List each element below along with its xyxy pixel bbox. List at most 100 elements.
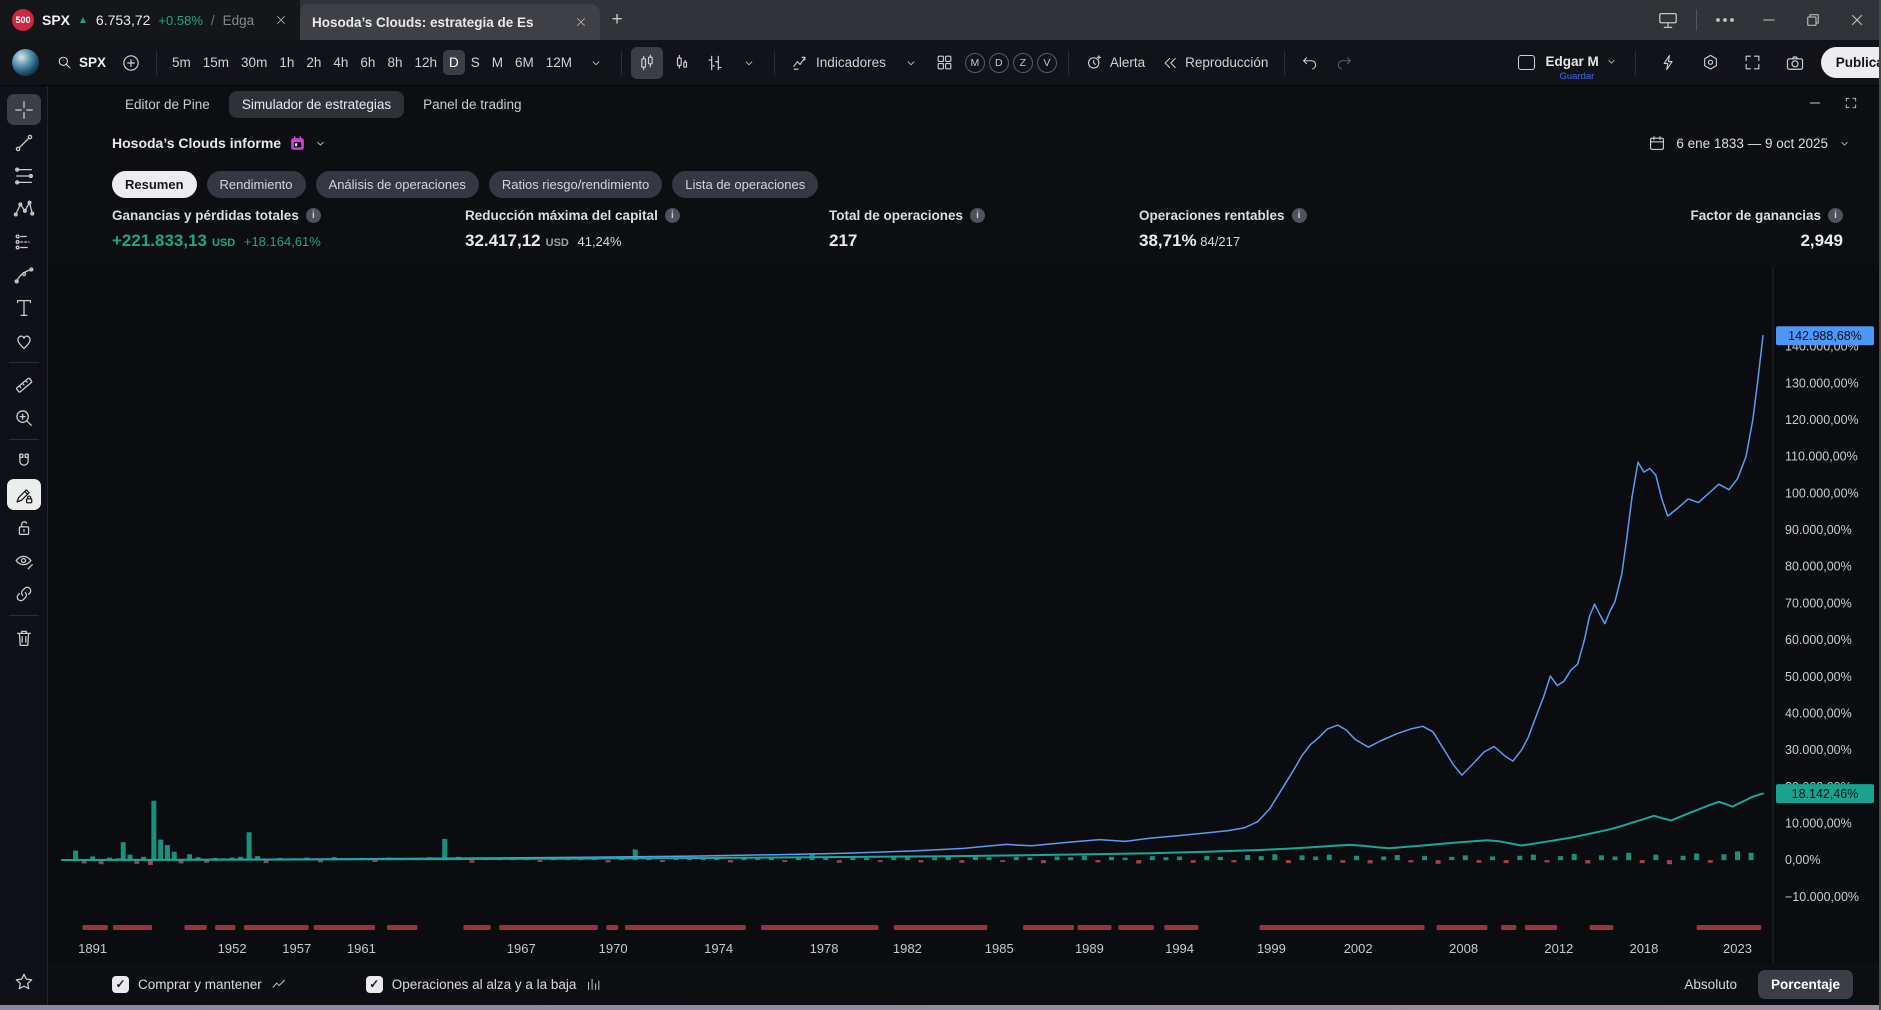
- timeframe-12h[interactable]: 12h: [408, 50, 443, 75]
- magnet-tool[interactable]: [7, 446, 41, 477]
- monitor-icon[interactable]: [1646, 0, 1690, 40]
- toolbar-divider: [1635, 51, 1636, 75]
- close-window-icon[interactable]: [1835, 0, 1879, 40]
- measure-tool[interactable]: [7, 369, 41, 400]
- minimize-window-icon[interactable]: [1747, 0, 1791, 40]
- chevron-down-icon[interactable]: [314, 137, 327, 150]
- circle-button-v[interactable]: V: [1037, 53, 1057, 73]
- report-tab-resumen[interactable]: Resumen: [112, 171, 197, 198]
- trend-line-tool[interactable]: [7, 127, 41, 158]
- replay-button[interactable]: Reproducción: [1154, 49, 1275, 77]
- report-tab-ratios-riesgo-rendimiento[interactable]: Ratios riesgo/rendimiento: [489, 171, 662, 198]
- fullscreen-icon[interactable]: [1737, 47, 1769, 79]
- panel-maximize-icon[interactable]: [1843, 95, 1859, 114]
- timeframe-1h[interactable]: 1h: [273, 50, 300, 75]
- panel-tab-panel-de-trading[interactable]: Panel de trading: [410, 91, 534, 118]
- report-tab-an-lisis-de-operaciones[interactable]: Análisis de operaciones: [316, 171, 479, 198]
- compare-add-icon[interactable]: [115, 47, 147, 79]
- info-icon[interactable]: i: [1828, 208, 1843, 223]
- symbol-search-button[interactable]: SPX: [49, 49, 113, 76]
- close-tab-icon[interactable]: [574, 15, 588, 29]
- drawing-lock-tool[interactable]: [7, 479, 41, 510]
- date-range-picker[interactable]: 6 ene 1833 — 9 oct 2025: [1648, 134, 1851, 152]
- indicators-button[interactable]: Indicadores: [784, 48, 893, 77]
- undo-icon[interactable]: [1294, 47, 1326, 79]
- report-tab-rendimiento[interactable]: Rendimiento: [207, 171, 306, 198]
- snapshot-camera-icon[interactable]: [1779, 47, 1811, 79]
- svg-text:0,00%: 0,00%: [1785, 853, 1820, 867]
- timeframe-12M[interactable]: 12M: [540, 50, 578, 75]
- settings-icon[interactable]: [1695, 47, 1727, 79]
- window-titlebar: 500 SPX ▲ 6.753,72 +0.58% / Edga Hosoda’…: [0, 0, 1879, 40]
- timeframe-6M[interactable]: 6M: [509, 50, 540, 75]
- info-icon[interactable]: i: [970, 208, 985, 223]
- equity-chart[interactable]: 1891195219571961196719701974197819821985…: [48, 266, 1879, 963]
- report-tab-lista-de-operaciones[interactable]: Lista de operaciones: [672, 171, 818, 198]
- emoji-tool[interactable]: [7, 325, 41, 356]
- panel-tab-editor-de-pine[interactable]: Editor de Pine: [112, 91, 223, 118]
- alert-button[interactable]: Alerta: [1078, 48, 1152, 77]
- circle-button-z[interactable]: Z: [1013, 53, 1033, 73]
- sync-drawings-tool[interactable]: [7, 578, 41, 609]
- checkbox-checked-icon[interactable]: ✓: [112, 976, 129, 993]
- timeframe-S[interactable]: S: [465, 50, 486, 75]
- favorites-star-tool[interactable]: [7, 966, 41, 997]
- timeframe-dropdown-icon[interactable]: [580, 47, 612, 79]
- info-icon[interactable]: i: [665, 208, 680, 223]
- info-icon[interactable]: i: [1292, 208, 1307, 223]
- brush-tool[interactable]: [7, 259, 41, 290]
- save-indicator[interactable]: Guardar: [1559, 71, 1594, 82]
- hollow-candles-style-icon[interactable]: [665, 47, 697, 79]
- window-tab-strategy[interactable]: Hosoda’s Clouds: estrategia de Es: [300, 4, 600, 40]
- circle-button-d[interactable]: D: [989, 53, 1009, 73]
- circle-button-m[interactable]: M: [965, 53, 985, 73]
- deep-backtest-calendar-icon[interactable]: [289, 135, 306, 152]
- timeframe-8h[interactable]: 8h: [381, 50, 408, 75]
- bars-style-icon[interactable]: [699, 47, 731, 79]
- flash-icon[interactable]: [1653, 47, 1685, 79]
- lock-all-drawings-tool[interactable]: [7, 512, 41, 543]
- chart-style-dropdown-icon[interactable]: [733, 47, 765, 79]
- timeframe-2h[interactable]: 2h: [300, 50, 327, 75]
- toggle-comprar-y-mantener[interactable]: ✓Comprar y mantener: [112, 976, 288, 993]
- panel-minimize-icon[interactable]: [1807, 95, 1823, 114]
- timeframe-5m[interactable]: 5m: [166, 50, 197, 75]
- menu-dots-icon[interactable]: [1703, 0, 1747, 40]
- user-avatar[interactable]: [12, 49, 39, 76]
- text-tool[interactable]: [7, 292, 41, 323]
- checkbox-checked-icon[interactable]: ✓: [366, 976, 383, 993]
- panel-tab-simulador-de-estrategias[interactable]: Simulador de estrategias: [229, 91, 404, 118]
- indicators-dropd own-icon[interactable]: [895, 47, 927, 79]
- pattern-tool[interactable]: [7, 193, 41, 224]
- report-title-group[interactable]: Hosoda’s Clouds informe: [112, 135, 327, 152]
- hide-drawings-tool[interactable]: [7, 545, 41, 576]
- layout-user-menu[interactable]: Edgar M Guardar: [1545, 54, 1617, 71]
- toggle-operaciones-al-alza-y-a-la-baja[interactable]: ✓Operaciones al alza y a la baja: [366, 976, 603, 993]
- info-icon[interactable]: i: [306, 208, 321, 223]
- sp500-logo: 500: [12, 9, 34, 31]
- layout-select-icon[interactable]: [1518, 55, 1535, 70]
- window-tab-spx[interactable]: 500 SPX ▲ 6.753,72 +0.58% / Edga: [0, 0, 300, 40]
- timeframe-6h[interactable]: 6h: [354, 50, 381, 75]
- layout-grid-icon[interactable]: [929, 47, 961, 79]
- absolute-mode-button[interactable]: Absoluto: [1671, 970, 1750, 999]
- new-tab-button[interactable]: +: [600, 0, 634, 40]
- prediction-measure-tool[interactable]: [7, 226, 41, 257]
- candles-style-icon[interactable]: [631, 47, 663, 79]
- timeframe-15m[interactable]: 15m: [197, 50, 235, 75]
- publish-button[interactable]: Publicar: [1821, 47, 1879, 78]
- timeframe-M[interactable]: M: [486, 50, 509, 75]
- timeframe-30m[interactable]: 30m: [235, 50, 273, 75]
- trash-icon: [13, 627, 35, 649]
- zoom-in-tool[interactable]: [7, 402, 41, 433]
- remove-drawings-tool[interactable]: [7, 622, 41, 653]
- equity-chart-svg[interactable]: 1891195219571961196719701974197819821985…: [48, 266, 1879, 963]
- close-tab-icon[interactable]: [274, 13, 288, 27]
- crosshair-tool[interactable]: [7, 94, 41, 125]
- redo-icon[interactable]: [1328, 47, 1360, 79]
- timeframe-4h[interactable]: 4h: [327, 50, 354, 75]
- timeframe-D[interactable]: D: [443, 50, 465, 75]
- restore-window-icon[interactable]: [1791, 0, 1835, 40]
- fib-retracement-tool[interactable]: [7, 160, 41, 191]
- percent-mode-button[interactable]: Porcentaje: [1758, 970, 1853, 999]
